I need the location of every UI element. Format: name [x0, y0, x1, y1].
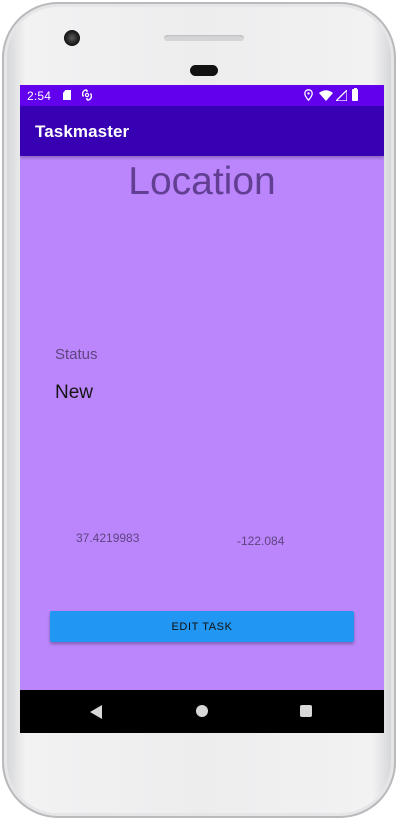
navigation-bar: [20, 690, 384, 733]
location-icon: [304, 89, 313, 101]
longitude-value: -122.084: [237, 534, 285, 548]
front-camera: [64, 30, 80, 46]
speaker-grille: [164, 35, 244, 41]
cellular-signal-icon: [336, 90, 347, 101]
back-icon[interactable]: [90, 705, 102, 719]
app-title: Taskmaster: [35, 122, 130, 141]
wifi-icon: [319, 90, 333, 101]
latitude-value: 37.4219983: [76, 531, 140, 545]
battery-icon: [352, 87, 358, 101]
status-bar: 2:54: [20, 85, 384, 106]
status-label: Status: [55, 346, 98, 363]
device-screen: 2:54 Taskmaster Location Status New 37.4…: [20, 85, 384, 733]
recents-icon[interactable]: [300, 705, 312, 717]
earpiece-speaker: [190, 65, 218, 76]
sync-icon: [82, 89, 92, 101]
status-value: New: [55, 382, 94, 403]
edit-task-button[interactable]: EDIT TASK: [50, 611, 354, 642]
status-time: 2:54: [27, 89, 52, 103]
home-icon[interactable]: [196, 705, 208, 717]
sd-card-icon: [63, 90, 71, 100]
app-bar: Taskmaster: [20, 106, 384, 156]
page-title: Location: [128, 160, 276, 203]
